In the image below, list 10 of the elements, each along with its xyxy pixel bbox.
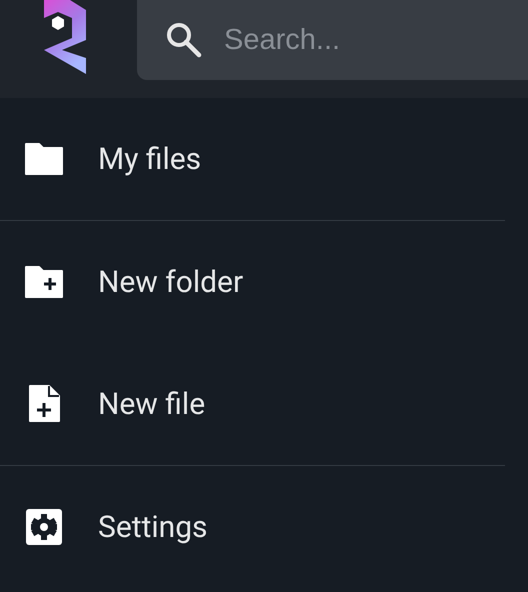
file-plus-icon	[27, 384, 61, 424]
menu-item[interactable]: New folder	[98, 260, 244, 304]
gear-icon	[25, 508, 63, 546]
menu-item[interactable]: Settings	[98, 504, 208, 550]
folder-icon	[24, 142, 64, 176]
folder-plus-icon	[24, 265, 64, 299]
search-field[interactable]: Search...	[137, 0, 528, 80]
logo-icon	[44, 0, 88, 74]
menu-item[interactable]: My files	[98, 136, 202, 182]
menu-item[interactable]: New file	[98, 382, 206, 426]
